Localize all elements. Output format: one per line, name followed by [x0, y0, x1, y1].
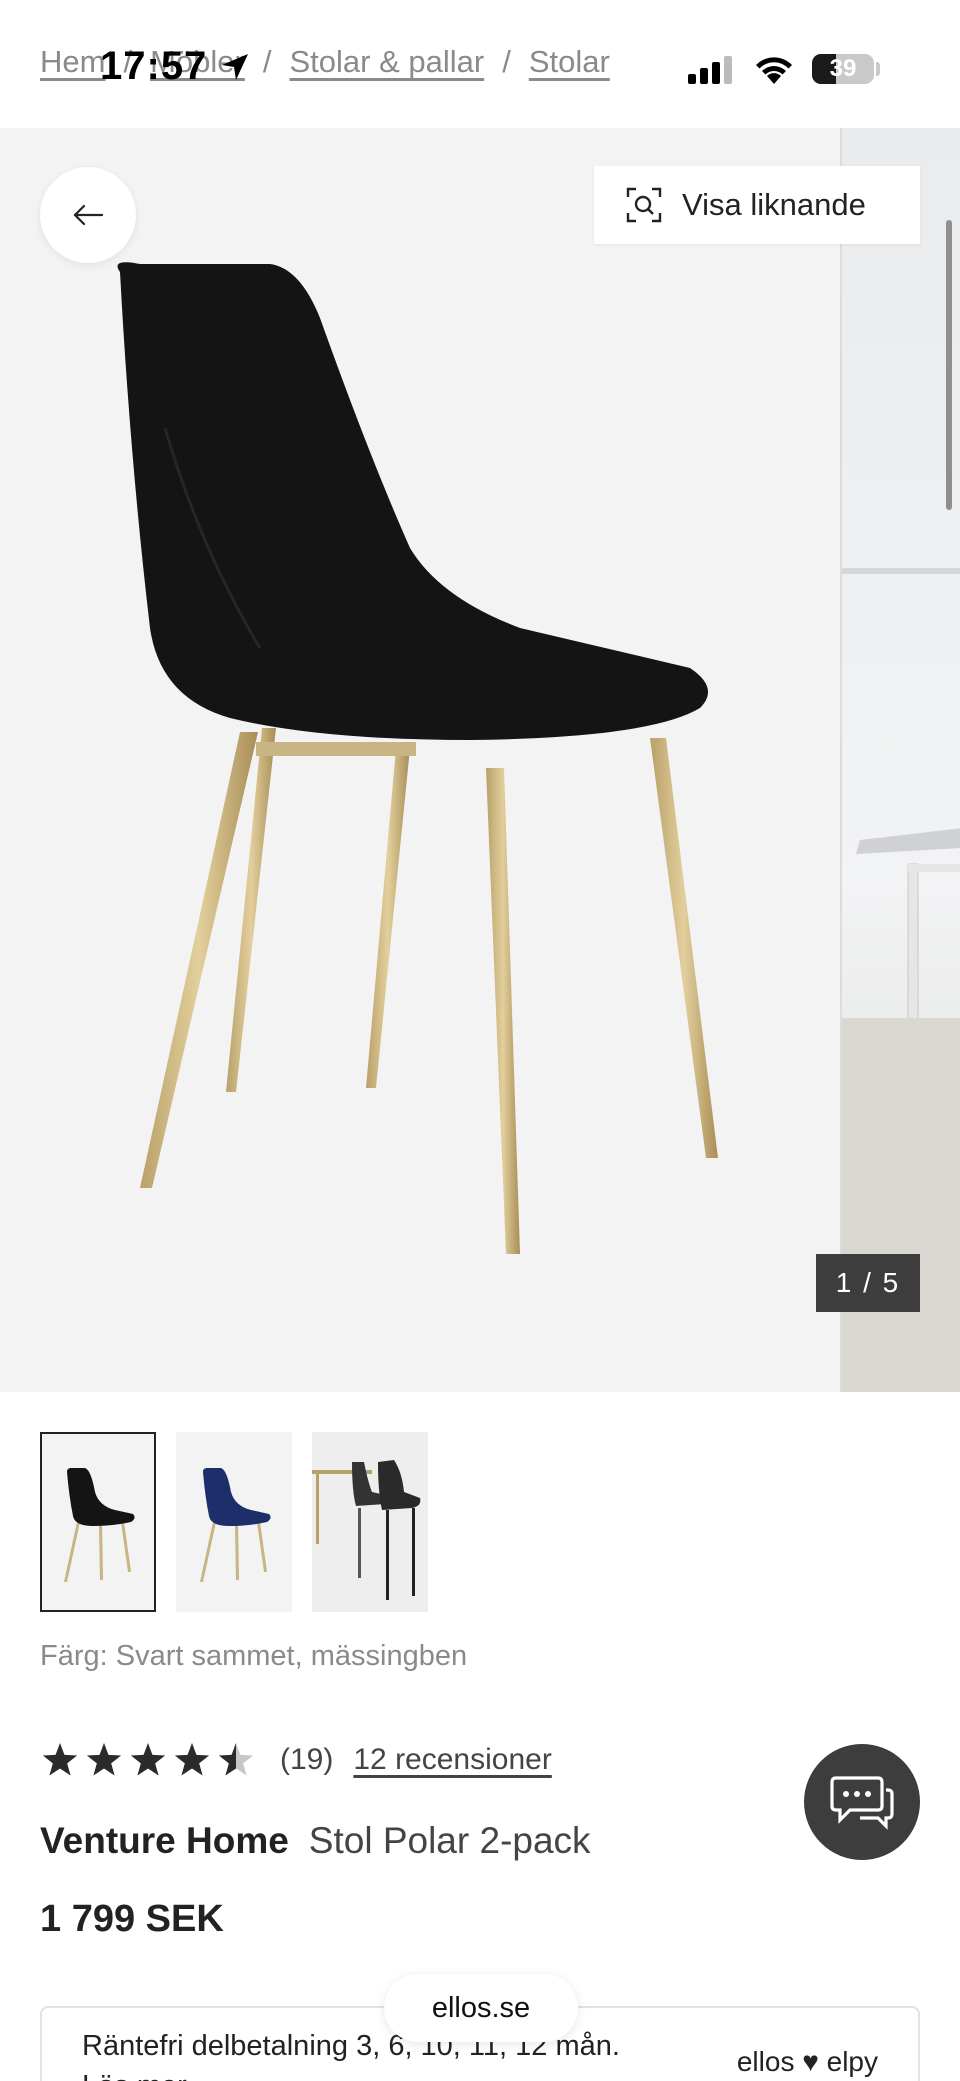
status-time: 17:57	[100, 44, 208, 88]
chair-thumbnail-black	[64, 1468, 135, 1582]
breadcrumb-chairs-stools[interactable]: Stolar & pallar	[289, 44, 484, 79]
rating-star	[42, 1743, 78, 1776]
chat-button[interactable]	[804, 1744, 920, 1860]
battery-indicator: 39	[812, 54, 874, 84]
product-image-next-peek[interactable]	[840, 128, 960, 1392]
thumbnail-blue-chair[interactable]	[176, 1432, 292, 1612]
show-similar-label: Visa liknande	[682, 187, 866, 222]
rating-star	[86, 1743, 122, 1776]
room-scene-thumbnail	[312, 1432, 428, 1612]
rating-star	[218, 1743, 254, 1776]
image-counter: 1 / 5	[816, 1254, 920, 1312]
thumbnail-black-chair[interactable]	[40, 1432, 156, 1612]
rating-stars	[42, 1743, 254, 1776]
product-price: 1 799 SEK	[40, 1898, 224, 1940]
color-description: Färg: Svart sammet, mässingben	[40, 1640, 468, 1672]
show-similar-button[interactable]: Visa liknande	[594, 166, 920, 244]
rating-row: (19) 12 recensioner	[40, 1740, 552, 1780]
thumbnail-strip	[40, 1432, 428, 1612]
financing-read-more-link[interactable]: Läs mer	[82, 2066, 620, 2081]
page-scrollbar[interactable]	[946, 220, 952, 510]
chair-thumbnail-blue	[200, 1468, 271, 1582]
arrow-left-icon	[73, 204, 104, 226]
battery-cap	[876, 62, 880, 76]
wifi-icon	[756, 57, 792, 84]
product-title: Venture Home Stol Polar 2-pack	[40, 1820, 591, 1862]
reviews-link[interactable]: 12 recensioner	[353, 1743, 551, 1777]
rating-star	[174, 1743, 210, 1776]
cellular-signal-icon	[688, 56, 732, 84]
chair-illustration	[117, 262, 718, 1254]
breadcrumb-home[interactable]: Hem	[40, 44, 105, 79]
visual-search-icon	[626, 187, 662, 223]
breadcrumb-chairs[interactable]: Stolar	[529, 44, 610, 79]
browser-url-pill[interactable]: ellos.se	[384, 1974, 578, 2042]
product-image-main[interactable]	[0, 128, 840, 1392]
top-bar: Hem / Möbler / Stolar & pallar / Stolar 17:57 …	[0, 0, 960, 128]
ellos-elpy-logo: ellos ♥ elpy	[736, 2046, 878, 2077]
table-illustration	[842, 568, 960, 1392]
thumbnail-room-scene[interactable]	[312, 1432, 428, 1612]
product-image-gallery[interactable]: Visa liknande 1 / 5	[0, 128, 960, 1392]
product-name: Stol Polar 2-pack	[308, 1820, 591, 1861]
chat-icon	[830, 1776, 894, 1830]
location-arrow-icon	[222, 54, 248, 80]
rating-count: (19)	[280, 1743, 334, 1776]
product-brand[interactable]: Venture Home	[40, 1820, 289, 1861]
rating-star	[130, 1743, 166, 1776]
back-button[interactable]	[40, 167, 136, 263]
